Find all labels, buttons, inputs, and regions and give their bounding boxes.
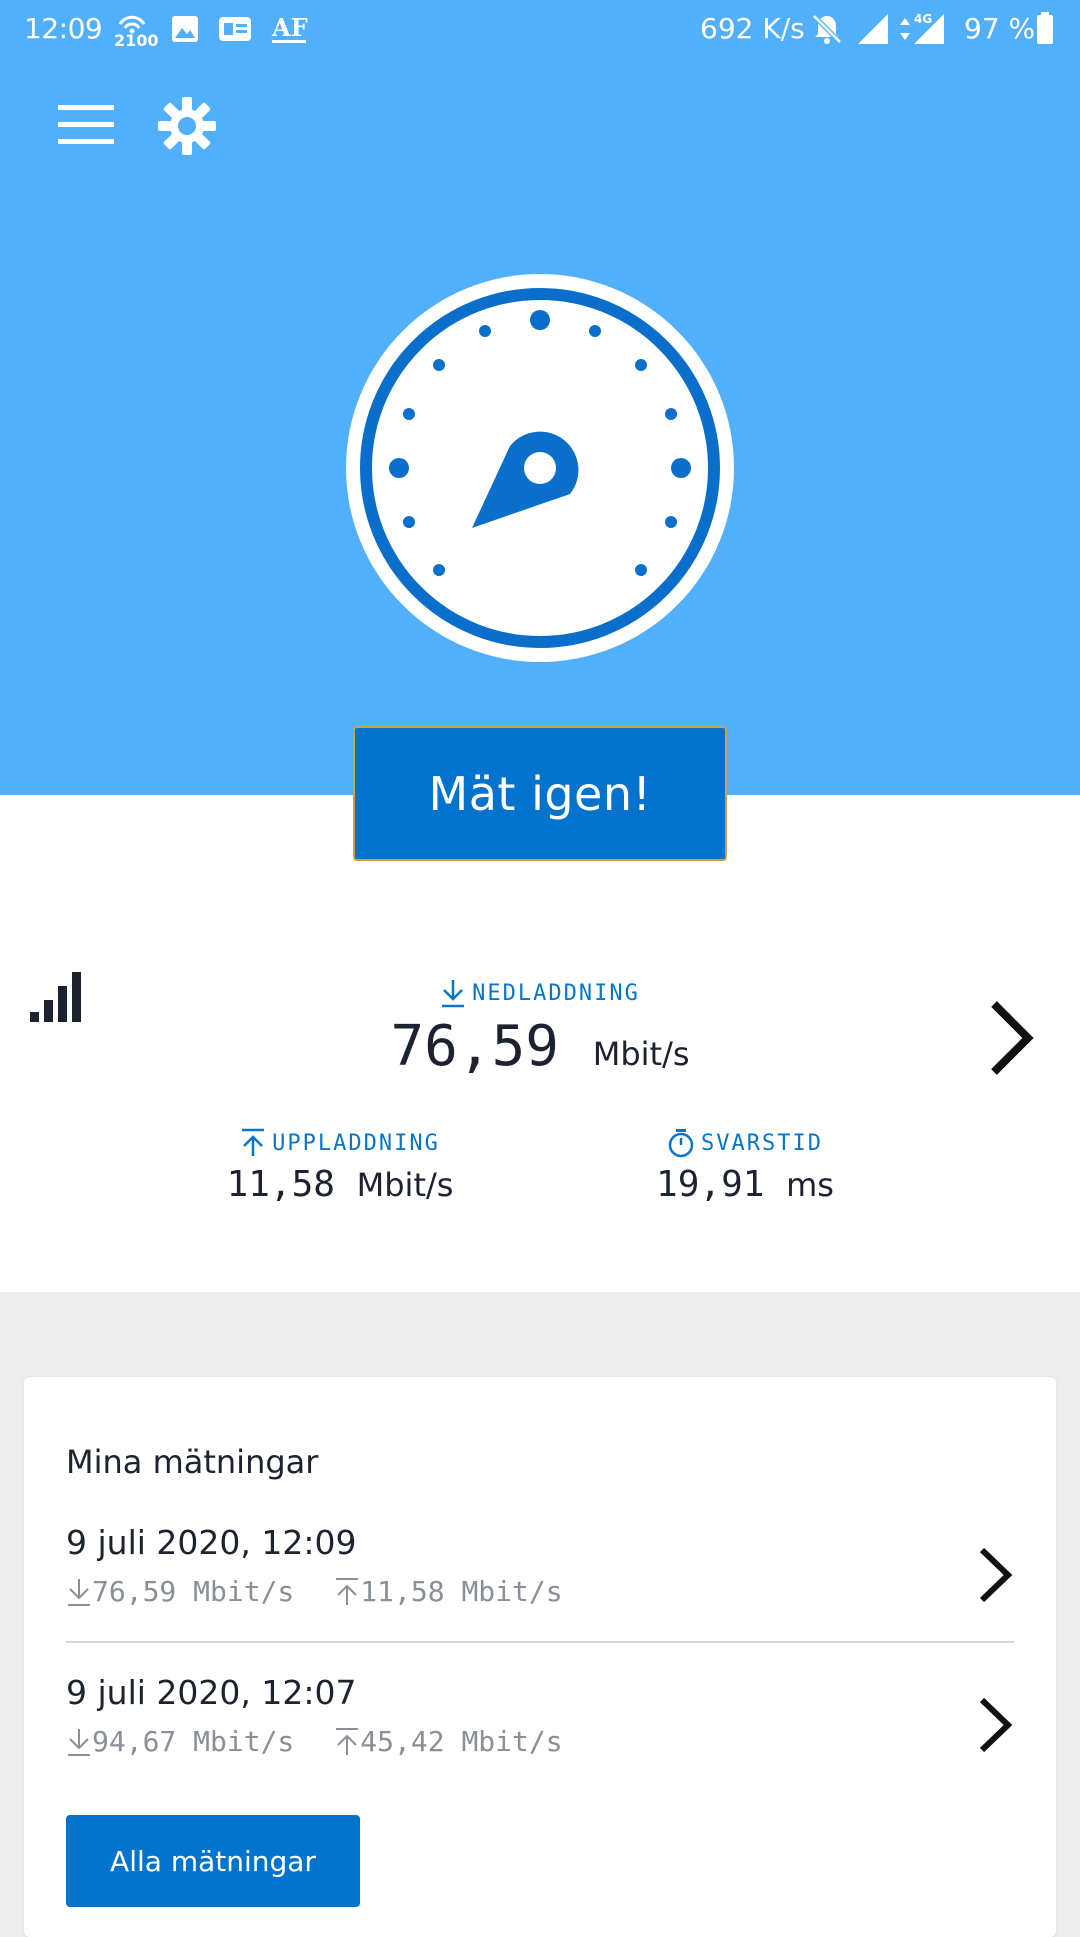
download-value: 76,59 [390, 1014, 560, 1079]
battery-percent: 97 % [964, 12, 1036, 45]
stopwatch-icon [668, 1129, 694, 1158]
menu-icon [58, 105, 114, 144]
chevron-right-icon[interactable] [986, 998, 1036, 1078]
status-time: 12:09 [24, 12, 103, 45]
upload-icon [336, 1727, 359, 1755]
measure-again-button[interactable]: Mät igen! [353, 726, 727, 861]
speedometer-gauge [346, 274, 734, 662]
history-row-download: 76,59 Mbit/s [92, 1575, 295, 1608]
history-card: Mina mätningar 9 juli 2020, 12:09 76,59 … [24, 1377, 1056, 1937]
latency-label: SVARSTID [701, 1130, 823, 1156]
network-badge: 2100 [114, 31, 159, 50]
status-bar: 12:09 2100 AF 692 K/s 4G 97 % [0, 0, 1080, 58]
upload-icon [336, 1577, 359, 1605]
signal-icon-4g [914, 14, 944, 44]
latency-value: 19,91 [656, 1164, 765, 1205]
history-title: Mina mätningar [66, 1443, 319, 1481]
latency-metric: SVARSTID 19,91 ms [600, 1128, 890, 1205]
history-row-date: 9 juli 2020, 12:09 [66, 1523, 357, 1562]
signal-strength-icon [30, 972, 81, 1022]
download-icon [68, 1728, 90, 1756]
history-row-download: 94,67 Mbit/s [92, 1725, 295, 1758]
settings-button[interactable] [156, 95, 218, 157]
svg-text:AF: AF [271, 13, 308, 42]
upload-label: UPPLADDNING [272, 1130, 440, 1156]
history-row-date: 9 juli 2020, 12:07 [66, 1673, 357, 1712]
history-row-upload: 11,58 Mbit/s [360, 1575, 563, 1608]
gear-icon [158, 97, 216, 155]
chevron-right-icon [979, 1547, 1013, 1603]
history-row[interactable]: 9 juli 2020, 12:07 94,67 Mbit/s 45,42 Mb… [66, 1673, 1014, 1813]
data-arrows-icon [900, 18, 910, 40]
bell-muted-icon [812, 14, 842, 44]
af-icon: AF [271, 13, 308, 43]
latency-unit: ms [786, 1166, 834, 1204]
upload-unit: Mbit/s [356, 1166, 454, 1204]
download-icon [68, 1578, 90, 1606]
upload-icon [242, 1128, 265, 1156]
status-speed: 692 K/s [700, 12, 805, 45]
history-row-speeds: 94,67 Mbit/s 45,42 Mbit/s [66, 1725, 563, 1758]
signal-icon [858, 14, 888, 44]
history-row-speeds: 76,59 Mbit/s 11,58 Mbit/s [66, 1575, 563, 1608]
news-icon [219, 17, 251, 41]
download-unit: Mbit/s [592, 1035, 690, 1073]
gallery-icon [172, 16, 198, 42]
download-icon [442, 980, 465, 1008]
history-row-upload: 45,42 Mbit/s [360, 1725, 563, 1758]
row-divider [66, 1641, 1014, 1643]
battery-icon [1037, 12, 1053, 44]
upload-value: 11,58 [226, 1164, 335, 1205]
download-label: NEDLADDNING [472, 980, 640, 1006]
all-measurements-button[interactable]: Alla mätningar [66, 1815, 360, 1907]
menu-button[interactable] [56, 100, 118, 150]
upload-metric: UPPLADDNING 11,58 Mbit/s [190, 1128, 490, 1205]
speedometer-icon [346, 274, 734, 662]
chevron-right-icon [979, 1697, 1013, 1753]
download-metric: NEDLADDNING 76,59 Mbit/s [340, 978, 740, 1079]
